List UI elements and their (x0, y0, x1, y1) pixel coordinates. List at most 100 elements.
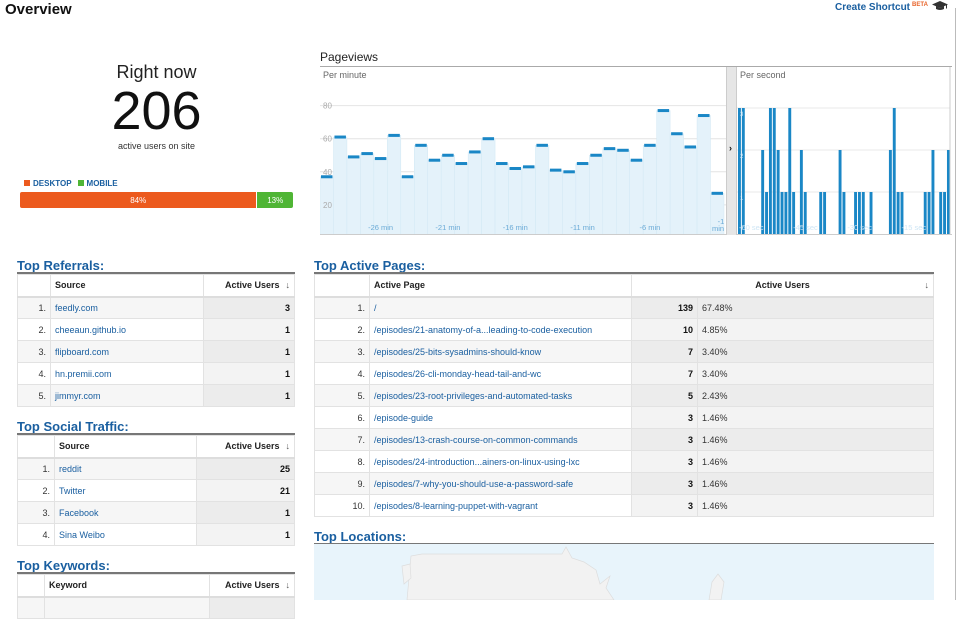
top-referrals-title: Top Referrals: (17, 258, 105, 273)
bar (896, 192, 900, 234)
name-cell: flipboard.com (50, 340, 204, 363)
active-users-cell: 25 (196, 457, 295, 480)
row-link[interactable]: / (374, 303, 377, 313)
chart-title: Per minute (323, 70, 367, 80)
table-row: 1. feedly.com 3 (17, 296, 295, 319)
value-mark (334, 135, 346, 139)
table-row: 9. /episodes/7-why-you-should-use-a-passw… (314, 472, 934, 495)
name-cell: feedly.com (50, 296, 204, 319)
row-link[interactable]: /episodes/21-anatomy-of-a...leading-to-c… (374, 325, 592, 335)
bar (931, 150, 935, 234)
beta-badge: BETA (912, 2, 928, 8)
chart-expand-toggle[interactable]: › (726, 67, 737, 235)
row-link[interactable]: /episodes/8-learning-puppet-with-vagrant (374, 501, 538, 511)
row-link[interactable]: /episodes/23-root-privileges-and-automat… (374, 391, 572, 401)
mobile-swatch (77, 180, 84, 186)
row-link[interactable]: /episode-guide (374, 413, 433, 423)
percent-cell: 1.46% (697, 406, 934, 429)
percent-cell: 3.40% (697, 340, 934, 363)
bar (784, 192, 788, 234)
table-row: 3. /episodes/25-bits-sysadmins-should-kno… (314, 340, 934, 363)
row-link[interactable]: /episodes/24-introduction...ainers-on-li… (374, 457, 580, 467)
legend-mobile[interactable]: MOBILE (77, 179, 118, 188)
row-link[interactable]: Sina Weibo (59, 530, 105, 540)
bar (842, 192, 846, 234)
table-row: 1. reddit 25 (17, 457, 295, 480)
keyword-header[interactable]: Keyword (44, 574, 210, 598)
y-tick-label: 80 (323, 102, 332, 111)
x-tick-label: -16 min (503, 223, 528, 232)
table-row: 6. /episode-guide 3 1.46% (314, 406, 934, 429)
y-tick-label: 20 (323, 201, 332, 210)
active-users-header[interactable]: Active Users ↓ (196, 435, 295, 459)
x-tick-label: -60 sec (739, 223, 764, 232)
active-users-header[interactable]: Active Users ↓ (631, 274, 934, 298)
rank-cell: 5. (314, 384, 370, 407)
area-bar (696, 115, 711, 235)
create-shortcut-link[interactable]: Create Shortcut BETA (835, 2, 928, 13)
x-tick-label: -11 min (570, 223, 594, 232)
rank-header (314, 274, 370, 298)
top-social-table: Source Active Users ↓ 1. reddit 25 2. Twitte… (17, 435, 295, 546)
active-users-header[interactable]: Active Users ↓ (203, 274, 295, 298)
row-link[interactable]: /episodes/7-why-you-should-use-a-passwor… (374, 479, 573, 489)
row-link[interactable]: reddit (59, 464, 82, 474)
active-users-cell: 1 (203, 340, 295, 363)
device-legend: DESKTOP MOBILE (24, 179, 118, 188)
bar (799, 150, 803, 234)
value-mark (576, 162, 589, 166)
active-users-header[interactable]: Active Users ↓ (209, 574, 295, 598)
rank-header (17, 574, 45, 598)
row-link[interactable]: cheeaun.github.io (55, 325, 126, 335)
table-row: 2. cheeaun.github.io 1 (17, 318, 295, 341)
active-page-header[interactable]: Active Page (369, 274, 632, 298)
graduation-cap-icon[interactable] (932, 0, 948, 12)
pageviews-title: Pageviews (320, 50, 379, 64)
active-users-cell: 1 (196, 501, 295, 524)
source-header[interactable]: Source (54, 435, 197, 459)
row-link[interactable]: jimmyr.com (55, 391, 101, 401)
page-title: Overview (5, 1, 72, 18)
legend-desktop[interactable]: DESKTOP (24, 179, 72, 188)
bar (946, 150, 950, 234)
row-link[interactable]: Twitter (59, 486, 86, 496)
rank-cell: 5. (17, 384, 51, 407)
x-tick-label: -15 sec (902, 223, 927, 232)
source-header[interactable]: Source (50, 274, 204, 298)
value-mark (442, 153, 454, 157)
top-locations-title: Top Locations: (314, 529, 407, 544)
scrollbar-track[interactable] (955, 8, 956, 600)
row-link[interactable]: /episodes/25-bits-sysadmins-should-know (374, 347, 541, 357)
active-users-cell: 139 (631, 296, 698, 319)
rank-cell: 3. (17, 340, 51, 363)
name-cell: reddit (54, 457, 197, 480)
active-users-cell: 21 (196, 479, 295, 502)
area-bar (616, 150, 630, 235)
row-link[interactable]: /episodes/13-crash-course-on-common-comm… (374, 435, 578, 445)
row-link[interactable]: /episodes/26-cli-monday-head-tail-and-wc (374, 369, 541, 379)
area-bar (669, 133, 684, 235)
rank-cell: 7. (314, 428, 370, 451)
arrow-down-icon: ↓ (285, 580, 291, 591)
area-bar (387, 135, 402, 235)
value-mark (536, 143, 548, 147)
row-link[interactable]: hn.premii.com (55, 369, 112, 379)
value-mark (698, 114, 710, 118)
y-tick-label: 40 (323, 168, 332, 177)
rank-cell: 4. (17, 362, 51, 385)
area-bar (346, 156, 361, 235)
row-link[interactable]: Facebook (59, 508, 99, 518)
per-second-chart: Per second123-60 sec -45 sec -30 sec -15 se… (737, 67, 952, 235)
rank-header (17, 435, 55, 459)
bar (788, 108, 792, 234)
top-keywords-table: Keyword Active Users ↓ (17, 574, 295, 619)
name-cell: /episodes/26-cli-monday-head-tail-and-wc (369, 362, 632, 385)
legend-desktop-label: DESKTOP (33, 179, 72, 188)
name-cell: /episodes/25-bits-sysadmins-should-know (369, 340, 632, 363)
name-cell: /episode-guide (369, 406, 632, 429)
value-mark (644, 143, 656, 147)
locations-map[interactable] (314, 544, 934, 600)
row-link[interactable]: flipboard.com (55, 347, 109, 357)
row-link[interactable]: feedly.com (55, 303, 98, 313)
bar (927, 192, 931, 234)
